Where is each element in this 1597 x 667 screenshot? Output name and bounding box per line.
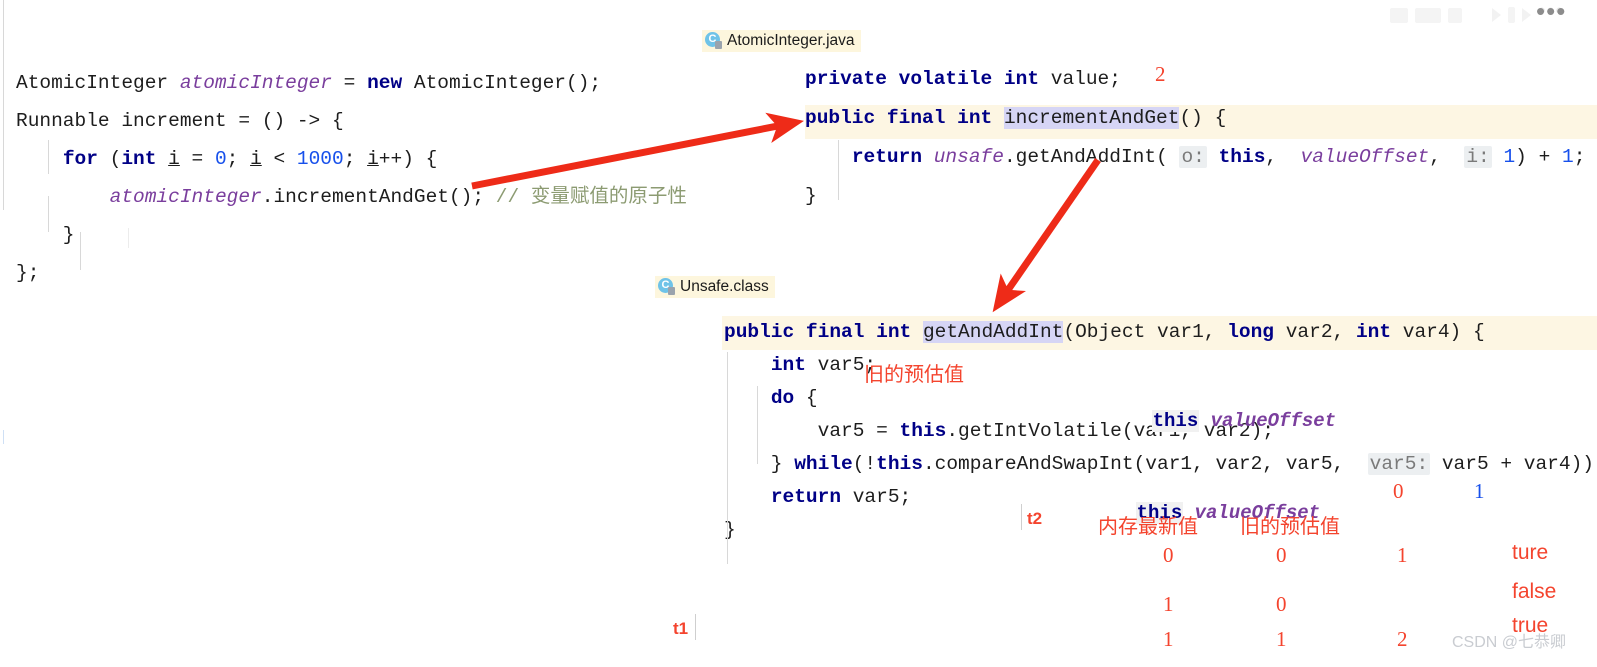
java-class-icon: C bbox=[705, 32, 722, 49]
indent-guide bbox=[727, 352, 728, 564]
line-increment-call: atomicInteger.incrementAndGet(); // 变量赋值… bbox=[109, 186, 687, 208]
indent-guide bbox=[838, 140, 839, 200]
hint-valueoffset-token: valueOffset bbox=[1210, 410, 1337, 432]
ghost-chip bbox=[1390, 7, 1408, 23]
file-chip-label: AtomicInteger.java bbox=[727, 32, 855, 49]
annotation-value-2: 2 bbox=[1155, 62, 1166, 86]
divider bbox=[695, 614, 696, 640]
screenshot-canvas: ••• ••• AtomicInteger atomicInteger = ne… bbox=[0, 0, 1597, 667]
editor-left-guide bbox=[3, 430, 4, 444]
ghost-play-icon bbox=[1492, 8, 1501, 22]
line-return-getandaddint: return unsafe.getAndAddInt( o: this, val… bbox=[851, 146, 1586, 168]
line-for-loop: for (int i = 0; i < 1000; i++) { bbox=[62, 148, 438, 170]
table-cell-memory: 0 bbox=[1163, 543, 1174, 567]
indent-guide bbox=[128, 228, 129, 248]
ghost-chip bbox=[1508, 7, 1515, 23]
line-atomicinteger-decl: AtomicInteger atomicInteger = new Atomic… bbox=[16, 72, 602, 94]
indent-guide bbox=[757, 386, 758, 464]
ghost-play-icon bbox=[1522, 8, 1531, 22]
hint-this-token: this bbox=[1151, 410, 1200, 432]
annotation-thread-t1: t1 bbox=[673, 619, 689, 638]
indent-guide bbox=[48, 140, 49, 174]
table-cell-flag: false bbox=[1512, 580, 1557, 603]
line-increment-and-get-signature: public final int incrementAndGet() { bbox=[805, 107, 1227, 129]
line-getandaddint-signature: public final int getAndAddInt(Object var… bbox=[724, 321, 1485, 343]
ghost-chip bbox=[1448, 7, 1462, 23]
line-for-close: } bbox=[16, 224, 75, 246]
hint-do-this-valueoffset: this valueOffset bbox=[1106, 388, 1336, 454]
java-class-icon: C bbox=[658, 278, 675, 295]
line-int-var5: int var5; bbox=[770, 354, 877, 376]
line-private-volatile-value: private volatile int value; bbox=[805, 68, 1121, 90]
csdn-watermark: CSDN @七恭卿 bbox=[1452, 634, 1567, 651]
annotation-column-old-expected: 旧的预估值 bbox=[1240, 516, 1340, 538]
table-cell-memory: 1 bbox=[1163, 627, 1174, 651]
editor-left-guide bbox=[3, 0, 4, 210]
divider bbox=[1021, 504, 1022, 530]
annotation-while-one: 1 bbox=[1474, 479, 1485, 503]
table-cell-result: 2 bbox=[1397, 627, 1408, 651]
table-cell-flag: ture bbox=[1512, 541, 1549, 564]
table-cell-result: 1 bbox=[1397, 543, 1408, 567]
table-cell-expected: 0 bbox=[1276, 592, 1287, 616]
atomicinteger-code-block: private volatile int value; public final … bbox=[805, 60, 1585, 216]
table-cell-expected: 0 bbox=[1276, 543, 1287, 567]
table-cell-expected: 1 bbox=[1276, 627, 1287, 651]
table-cell-memory: 1 bbox=[1163, 592, 1174, 616]
file-chip-label: Unsafe.class bbox=[680, 278, 769, 295]
annotation-column-memory-latest: 内存最新值 bbox=[1098, 516, 1198, 538]
annotation-thread-t2: t2 bbox=[1027, 509, 1043, 528]
lambda-runnable-snippet: AtomicInteger atomicInteger = new Atomic… bbox=[16, 64, 687, 292]
line-lambda-close: }; bbox=[16, 262, 40, 284]
more-options-icon: ••• bbox=[1536, 0, 1567, 26]
line-method-close: } bbox=[805, 185, 817, 207]
file-chip-atomicinteger[interactable]: C AtomicInteger.java bbox=[702, 30, 861, 52]
indent-guide bbox=[48, 196, 49, 232]
line-runnable-decl: Runnable increment = () -> { bbox=[16, 110, 344, 132]
indent-guide bbox=[80, 232, 81, 270]
ghost-chip bbox=[1415, 7, 1441, 23]
annotation-while-zero: 0 bbox=[1393, 479, 1404, 503]
annotation-old-expected-inline: 旧的预估值 bbox=[864, 364, 964, 386]
file-chip-unsafe[interactable]: C Unsafe.class bbox=[655, 276, 775, 298]
